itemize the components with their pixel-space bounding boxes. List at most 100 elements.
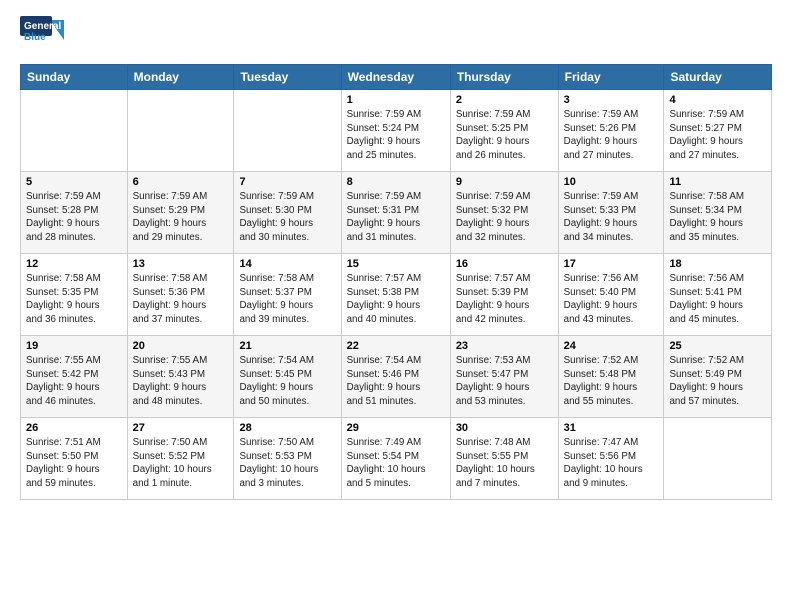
day-info: Sunrise: 7:59 AM Sunset: 5:28 PM Dayligh… xyxy=(26,190,122,245)
day-number: 31 xyxy=(564,422,659,434)
day-number: 12 xyxy=(26,258,122,270)
calendar-cell: 15Sunrise: 7:57 AM Sunset: 5:38 PM Dayli… xyxy=(341,254,450,336)
calendar-cell: 31 Sunrise: 7:47 AM Sunset: 5:56 PM Dayli… xyxy=(558,418,664,500)
day-info: Sunrise: 7:54 AM Sunset: 5:45 PM Dayligh… xyxy=(239,354,335,409)
calendar-cell: 19Sunrise: 7:55 AM Sunset: 5:42 PM Dayli… xyxy=(21,336,128,418)
calendar-cell: 24 Sunrise: 7:52 AM Sunset: 5:48 PM Dayli… xyxy=(558,336,664,418)
day-info: Sunrise: 7:56 AM Sunset: 5:41 PM Dayligh… xyxy=(669,272,766,327)
calendar-cell: 29 Sunrise: 7:49 AM Sunset: 5:54 PM Dayli… xyxy=(341,418,450,500)
calendar-cell xyxy=(234,90,341,172)
calendar-cell: 8 Sunrise: 7:59 AM Sunset: 5:31 PM Daylig… xyxy=(341,172,450,254)
day-info: Sunrise: 7:57 AM Sunset: 5:39 PM Dayligh… xyxy=(456,272,553,327)
day-number: 27 xyxy=(133,422,229,434)
day-number: 18 xyxy=(669,258,766,270)
day-number: 21 xyxy=(239,340,335,352)
day-number: 25 xyxy=(669,340,766,352)
day-info: Sunrise: 7:59 AM Sunset: 5:29 PM Dayligh… xyxy=(133,190,229,245)
calendar-cell: 21 Sunrise: 7:54 AM Sunset: 5:45 PM Dayli… xyxy=(234,336,341,418)
day-info: Sunrise: 7:58 AM Sunset: 5:35 PM Dayligh… xyxy=(26,272,122,327)
calendar-cell: 23 Sunrise: 7:53 AM Sunset: 5:47 PM Dayli… xyxy=(450,336,558,418)
calendar-cell: 3Sunrise: 7:59 AM Sunset: 5:26 PM Daylig… xyxy=(558,90,664,172)
weekday-header-friday: Friday xyxy=(558,65,664,90)
calendar-cell: 20 Sunrise: 7:55 AM Sunset: 5:43 PM Dayli… xyxy=(127,336,234,418)
calendar-table: SundayMondayTuesdayWednesdayThursdayFrid… xyxy=(20,64,772,500)
calendar-cell xyxy=(21,90,128,172)
calendar-cell: 6Sunrise: 7:59 AM Sunset: 5:29 PM Daylig… xyxy=(127,172,234,254)
day-info: Sunrise: 7:52 AM Sunset: 5:49 PM Dayligh… xyxy=(669,354,766,409)
day-number: 29 xyxy=(347,422,445,434)
calendar-week-row: 12 Sunrise: 7:58 AM Sunset: 5:35 PM Dayli… xyxy=(21,254,772,336)
day-info: Sunrise: 7:59 AM Sunset: 5:25 PM Dayligh… xyxy=(456,108,553,163)
day-info: Sunrise: 7:55 AM Sunset: 5:43 PM Dayligh… xyxy=(133,354,229,409)
calendar-cell: 5 Sunrise: 7:59 AM Sunset: 5:28 PM Daylig… xyxy=(21,172,128,254)
day-number: 10 xyxy=(564,176,659,188)
day-info: Sunrise: 7:49 AM Sunset: 5:54 PM Dayligh… xyxy=(347,436,445,491)
day-info: Sunrise: 7:59 AM Sunset: 5:33 PM Dayligh… xyxy=(564,190,659,245)
day-number: 8 xyxy=(347,176,445,188)
weekday-header-tuesday: Tuesday xyxy=(234,65,341,90)
calendar-week-row: 26 Sunrise: 7:51 AM Sunset: 5:50 PM Dayli… xyxy=(21,418,772,500)
calendar-cell: 13 Sunrise: 7:58 AM Sunset: 5:36 PM Dayli… xyxy=(127,254,234,336)
svg-text:Blue: Blue xyxy=(24,32,46,43)
calendar-cell: 7 Sunrise: 7:59 AM Sunset: 5:30 PM Daylig… xyxy=(234,172,341,254)
header: General Blue xyxy=(20,16,772,54)
day-info: Sunrise: 7:56 AM Sunset: 5:40 PM Dayligh… xyxy=(564,272,659,327)
day-number: 16 xyxy=(456,258,553,270)
day-number: 22 xyxy=(347,340,445,352)
day-number: 13 xyxy=(133,258,229,270)
day-info: Sunrise: 7:59 AM Sunset: 5:30 PM Dayligh… xyxy=(239,190,335,245)
weekday-header-thursday: Thursday xyxy=(450,65,558,90)
day-info: Sunrise: 7:59 AM Sunset: 5:32 PM Dayligh… xyxy=(456,190,553,245)
calendar-cell: 4 Sunrise: 7:59 AM Sunset: 5:27 PM Daylig… xyxy=(664,90,772,172)
svg-text:General: General xyxy=(24,21,61,32)
calendar-cell: 11Sunrise: 7:58 AM Sunset: 5:34 PM Dayli… xyxy=(664,172,772,254)
day-number: 5 xyxy=(26,176,122,188)
day-info: Sunrise: 7:59 AM Sunset: 5:31 PM Dayligh… xyxy=(347,190,445,245)
day-number: 19 xyxy=(26,340,122,352)
day-info: Sunrise: 7:59 AM Sunset: 5:24 PM Dayligh… xyxy=(347,108,445,163)
day-number: 7 xyxy=(239,176,335,188)
day-number: 24 xyxy=(564,340,659,352)
day-number: 4 xyxy=(669,94,766,106)
day-number: 14 xyxy=(239,258,335,270)
calendar-cell: 17 Sunrise: 7:56 AM Sunset: 5:40 PM Dayli… xyxy=(558,254,664,336)
day-info: Sunrise: 7:51 AM Sunset: 5:50 PM Dayligh… xyxy=(26,436,122,491)
weekday-header-monday: Monday xyxy=(127,65,234,90)
calendar-cell: 14 Sunrise: 7:58 AM Sunset: 5:37 PM Dayli… xyxy=(234,254,341,336)
calendar-cell: 1Sunrise: 7:59 AM Sunset: 5:24 PM Daylig… xyxy=(341,90,450,172)
calendar-cell: 26 Sunrise: 7:51 AM Sunset: 5:50 PM Dayli… xyxy=(21,418,128,500)
logo-icon: General Blue xyxy=(20,16,64,54)
day-number: 9 xyxy=(456,176,553,188)
day-number: 17 xyxy=(564,258,659,270)
day-info: Sunrise: 7:48 AM Sunset: 5:55 PM Dayligh… xyxy=(456,436,553,491)
calendar-cell: 12 Sunrise: 7:58 AM Sunset: 5:35 PM Dayli… xyxy=(21,254,128,336)
calendar-cell: 16 Sunrise: 7:57 AM Sunset: 5:39 PM Dayli… xyxy=(450,254,558,336)
day-number: 30 xyxy=(456,422,553,434)
day-number: 26 xyxy=(26,422,122,434)
weekday-header-saturday: Saturday xyxy=(664,65,772,90)
calendar-cell: 27 Sunrise: 7:50 AM Sunset: 5:52 PM Dayli… xyxy=(127,418,234,500)
calendar-cell: 9 Sunrise: 7:59 AM Sunset: 5:32 PM Daylig… xyxy=(450,172,558,254)
day-info: Sunrise: 7:58 AM Sunset: 5:37 PM Dayligh… xyxy=(239,272,335,327)
calendar-week-row: 19Sunrise: 7:55 AM Sunset: 5:42 PM Dayli… xyxy=(21,336,772,418)
day-info: Sunrise: 7:50 AM Sunset: 5:53 PM Dayligh… xyxy=(239,436,335,491)
calendar-cell: 18 Sunrise: 7:56 AM Sunset: 5:41 PM Dayli… xyxy=(664,254,772,336)
day-number: 11 xyxy=(669,176,766,188)
day-info: Sunrise: 7:47 AM Sunset: 5:56 PM Dayligh… xyxy=(564,436,659,491)
logo: General Blue xyxy=(20,16,66,54)
calendar-week-row: 1Sunrise: 7:59 AM Sunset: 5:24 PM Daylig… xyxy=(21,90,772,172)
calendar-cell: 10 Sunrise: 7:59 AM Sunset: 5:33 PM Dayli… xyxy=(558,172,664,254)
weekday-header-wednesday: Wednesday xyxy=(341,65,450,90)
day-info: Sunrise: 7:53 AM Sunset: 5:47 PM Dayligh… xyxy=(456,354,553,409)
day-number: 23 xyxy=(456,340,553,352)
day-info: Sunrise: 7:58 AM Sunset: 5:36 PM Dayligh… xyxy=(133,272,229,327)
day-info: Sunrise: 7:59 AM Sunset: 5:26 PM Dayligh… xyxy=(564,108,659,163)
day-number: 20 xyxy=(133,340,229,352)
calendar-cell: 30 Sunrise: 7:48 AM Sunset: 5:55 PM Dayli… xyxy=(450,418,558,500)
day-info: Sunrise: 7:50 AM Sunset: 5:52 PM Dayligh… xyxy=(133,436,229,491)
calendar-cell: 25 Sunrise: 7:52 AM Sunset: 5:49 PM Dayli… xyxy=(664,336,772,418)
calendar-cell: 28Sunrise: 7:50 AM Sunset: 5:53 PM Dayli… xyxy=(234,418,341,500)
day-info: Sunrise: 7:52 AM Sunset: 5:48 PM Dayligh… xyxy=(564,354,659,409)
calendar-cell: 2Sunrise: 7:59 AM Sunset: 5:25 PM Daylig… xyxy=(450,90,558,172)
day-info: Sunrise: 7:59 AM Sunset: 5:27 PM Dayligh… xyxy=(669,108,766,163)
